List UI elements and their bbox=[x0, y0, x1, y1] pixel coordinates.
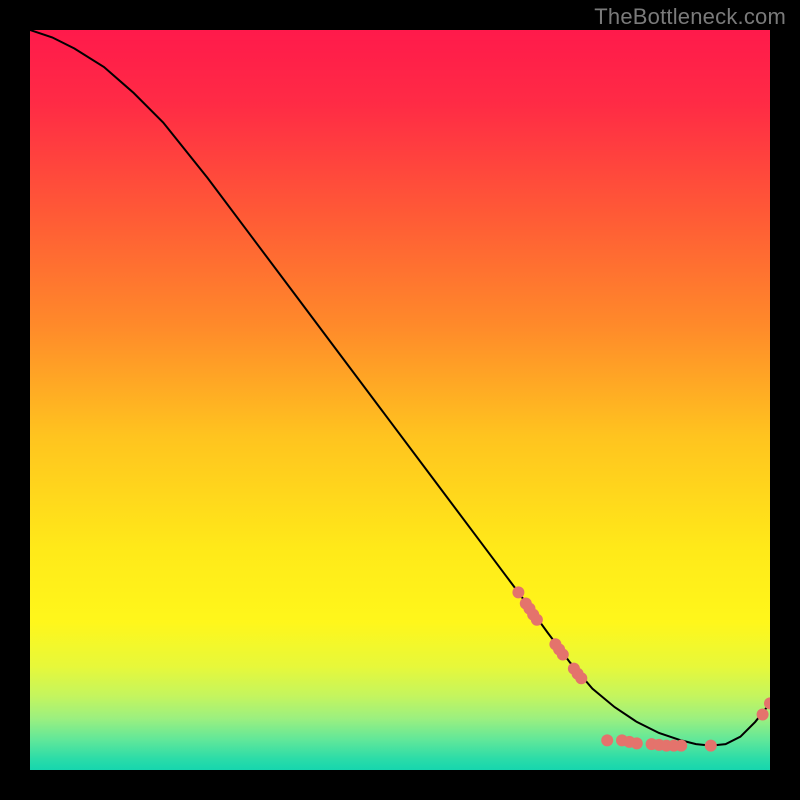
marker-dot bbox=[557, 649, 569, 661]
marker-dot bbox=[531, 614, 543, 626]
chart-svg bbox=[30, 30, 770, 770]
marker-dot bbox=[675, 740, 687, 752]
marker-dot bbox=[631, 737, 643, 749]
chart-stage: TheBottleneck.com bbox=[0, 0, 800, 800]
watermark-label: TheBottleneck.com bbox=[594, 4, 786, 30]
marker-dot bbox=[512, 586, 524, 598]
marker-dot bbox=[575, 672, 587, 684]
marker-dot bbox=[601, 734, 613, 746]
marker-dot bbox=[705, 740, 717, 752]
marker-dot bbox=[757, 709, 769, 721]
plot-area bbox=[30, 30, 770, 770]
chart-background bbox=[30, 30, 770, 770]
